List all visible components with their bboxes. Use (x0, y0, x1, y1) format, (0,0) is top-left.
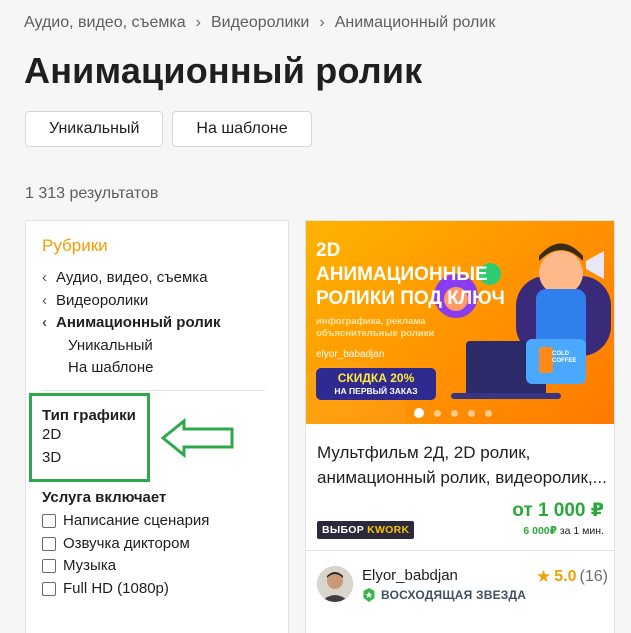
rubric-label: Видеоролики (56, 291, 149, 309)
include-option-script[interactable]: Написание сценария (42, 510, 209, 533)
kwork-choice-badge: ВЫБОР KWORK (317, 521, 415, 539)
results-count: 1 313 результатов (25, 185, 159, 202)
seller-avatar[interactable] (317, 566, 353, 602)
rubric-item-template[interactable]: На шаблоне (42, 357, 282, 380)
include-option-label: Озвучка диктором (63, 534, 190, 552)
breadcrumb-item-audio-video[interactable]: Аудио, видео, съемка (24, 14, 186, 32)
rubric-item-audio-video[interactable]: ‹ Аудио, видео, съемка (42, 267, 282, 290)
rating-score: 5.0 (554, 568, 577, 585)
card-price: от 1 000 ₽ (512, 500, 604, 521)
card-banner-image[interactable]: 2D АНИМАЦИОННЫЕ РОЛИКИ ПОД КЛЮЧ инфограф… (306, 221, 614, 424)
price-per-minute-value: 6 000₽ (523, 525, 557, 537)
discount-badge: СКИДКА 20% НА ПЕРВЫЙ ЗАКАЗ (316, 368, 436, 400)
rubrics-title: Рубрики (42, 236, 108, 255)
banner-username: elyor_babadjan (316, 349, 385, 360)
page-title: Анимационный ролик (24, 50, 423, 91)
discount-line2: НА ПЕРВЫЙ ЗАКАЗ (334, 386, 418, 396)
rubric-list: ‹ Аудио, видео, съемка ‹ Видеоролики ‹ А… (42, 267, 282, 380)
rubric-item-unique[interactable]: Уникальный (42, 335, 282, 358)
badge-prefix: ВЫБОР (322, 524, 365, 536)
chevron-right-icon: › (195, 14, 201, 31)
include-option-label: Написание сценария (63, 512, 210, 529)
rising-star-icon (363, 588, 375, 602)
rubric-label: Анимационный ролик (56, 314, 221, 331)
checkbox[interactable] (42, 559, 56, 574)
annotation-arrow-left-icon (160, 418, 234, 458)
discount-line1: СКИДКА 20% (337, 371, 415, 385)
banner-subtitle: инфографика, реклама объяснительные роли… (316, 316, 435, 339)
carousel-dot[interactable] (485, 409, 492, 417)
include-option-music[interactable]: Музыка (42, 555, 209, 578)
includes-filter: Услуга включает Написание сценария Озвуч… (42, 489, 209, 600)
seller-name[interactable]: Elyor_babdjan (362, 567, 458, 584)
chevron-left-icon: ‹ (42, 269, 47, 286)
chevron-left-icon: ‹ (42, 291, 47, 309)
seller-status-label: ВОСХОДЯЩАЯ ЗВЕЗДА (381, 588, 527, 602)
checkbox[interactable] (42, 536, 56, 551)
star-icon: ★ (536, 567, 552, 586)
avatar-image (317, 566, 353, 602)
chevron-right-icon: › (319, 14, 325, 31)
rubric-item-videos[interactable]: ‹ Видеоролики (42, 290, 282, 313)
carousel-dot[interactable] (468, 409, 475, 417)
card-price-per-minute: 6 000₽ за 1 мин. (523, 525, 604, 537)
tab-unique[interactable]: Уникальный (25, 111, 164, 147)
carousel-dot[interactable] (434, 409, 441, 417)
seller-status: ВОСХОДЯЩАЯ ЗВЕЗДА (362, 588, 526, 602)
checkbox[interactable] (42, 581, 56, 596)
include-option-label: Музыка (63, 557, 117, 574)
breadcrumb: Аудио, видео, съемка › Видеоролики › Ани… (24, 14, 495, 32)
card-title-link[interactable]: Мультфильм 2Д, 2D ролик, анимационный ро… (317, 440, 609, 490)
carousel-dot[interactable] (414, 408, 424, 418)
sidebar-divider (42, 390, 265, 391)
seller-rating: ★ 5.0 (16) (536, 567, 608, 587)
price-per-minute-text: за 1 мин. (559, 525, 604, 537)
chevron-left-icon: ‹ (42, 314, 47, 331)
tab-template[interactable]: На шаблоне (172, 111, 312, 147)
includes-title: Услуга включает (42, 489, 167, 506)
badge-brand: KWORK (367, 524, 410, 536)
include-option-label: Full HD (1080p) (63, 579, 169, 597)
card-divider (306, 550, 614, 551)
carousel-dot[interactable] (451, 409, 458, 417)
include-option-voiceover[interactable]: Озвучка диктором (42, 533, 209, 556)
rubric-label: Аудио, видео, съемка (56, 269, 208, 286)
type-tabs: Уникальный На шаблоне (25, 111, 312, 147)
cup-label: COLD COFFEE (552, 351, 577, 364)
service-card[interactable]: 2D АНИМАЦИОННЫЕ РОЛИКИ ПОД КЛЮЧ инфограф… (305, 220, 615, 633)
banner-title: 2D АНИМАЦИОННЫЕ РОЛИКИ ПОД КЛЮЧ (316, 240, 505, 309)
carousel-dots (414, 408, 492, 418)
rubric-item-animation[interactable]: ‹ Анимационный ролик (42, 312, 282, 335)
checkbox[interactable] (42, 514, 56, 529)
breadcrumb-item-videos[interactable]: Видеоролики (211, 14, 309, 32)
rating-count: (16) (579, 568, 608, 585)
breadcrumb-item-animation[interactable]: Анимационный ролик (335, 14, 496, 32)
annotation-highlight-box (29, 393, 150, 482)
include-option-fullhd[interactable]: Full HD (1080p) (42, 578, 209, 601)
